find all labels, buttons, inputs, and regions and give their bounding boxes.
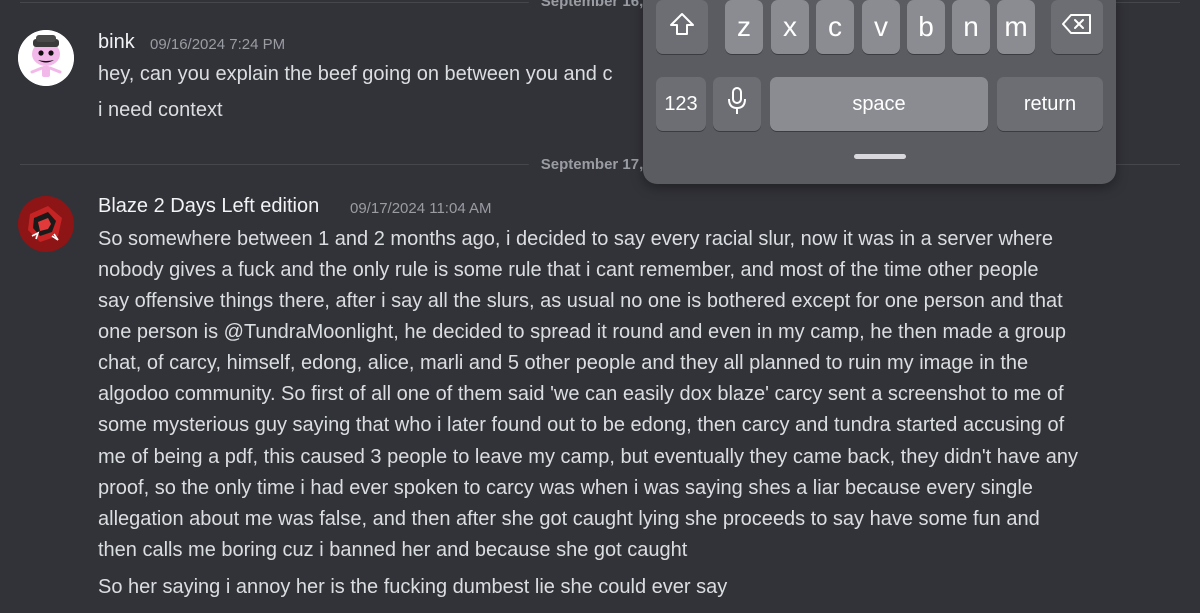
keyboard-drag-handle[interactable] bbox=[854, 154, 906, 159]
message-timestamp: 09/17/2024 11:04 AM bbox=[350, 200, 492, 217]
message-text-line: proof, so the only time i had ever spoke… bbox=[98, 477, 1033, 499]
bink-avatar-image bbox=[18, 30, 74, 86]
shift-icon bbox=[668, 10, 696, 44]
message-text-line: hey, can you explain the beef going on b… bbox=[98, 63, 613, 85]
shift-key[interactable] bbox=[656, 0, 708, 54]
space-key[interactable]: space bbox=[770, 77, 988, 131]
message-text-line-with-mention: one person is @TundraMoonlight, he decid… bbox=[98, 321, 1066, 344]
message-author-blaze[interactable]: Blaze 2 Days Left edition bbox=[98, 195, 319, 218]
message-text-line: So somewhere between 1 and 2 months ago,… bbox=[98, 228, 1053, 250]
backspace-key[interactable] bbox=[1051, 0, 1103, 54]
user-mention[interactable]: @TundraMoonlight bbox=[224, 321, 394, 343]
key-v[interactable]: v bbox=[862, 0, 900, 54]
message-text-line: some mysterious guy saying that who i la… bbox=[98, 414, 1065, 436]
message-text-line: algodoo community. So first of all one o… bbox=[98, 383, 1064, 405]
return-key[interactable]: return bbox=[997, 77, 1103, 131]
message-text-line: me of being a pdf, this caused 3 people … bbox=[98, 446, 1078, 468]
message-timestamp: 09/16/2024 7:24 PM bbox=[150, 36, 286, 53]
key-x[interactable]: x bbox=[771, 0, 809, 54]
message-text-line: allegation about me was false, and then … bbox=[98, 508, 1040, 530]
message-text-line: nobody gives a fuck and the only rule is… bbox=[98, 259, 1039, 281]
date-divider-top-label: September 16, bbox=[528, 0, 656, 10]
message-author-bink[interactable]: bink bbox=[98, 31, 135, 54]
message-text-line: then calls me boring cuz i banned her an… bbox=[98, 539, 688, 561]
key-z[interactable]: z bbox=[725, 0, 763, 54]
key-b[interactable]: b bbox=[907, 0, 945, 54]
blaze-avatar-image bbox=[18, 196, 74, 252]
message-text-segment: one person is bbox=[98, 321, 224, 343]
message-text-line: say offensive things there, after i say … bbox=[98, 290, 1063, 312]
message-text-line: i need context bbox=[98, 99, 223, 121]
avatar-bink[interactable] bbox=[18, 30, 74, 86]
key-n[interactable]: n bbox=[952, 0, 990, 54]
message-text-line: chat, of carcy, himself, edong, alice, m… bbox=[98, 352, 1029, 374]
microphone-icon bbox=[727, 86, 747, 122]
floating-keyboard: z x c v b n m 123 space return bbox=[643, 0, 1116, 184]
microphone-key[interactable] bbox=[713, 77, 761, 131]
key-c[interactable]: c bbox=[816, 0, 854, 54]
message-followup-text: So her saying i annoy her is the fucking… bbox=[98, 576, 728, 598]
numbers-key[interactable]: 123 bbox=[656, 77, 706, 131]
backspace-icon bbox=[1062, 13, 1092, 41]
message-text-segment: , he decided to spread it round and even… bbox=[393, 321, 1066, 343]
date-divider-middle-label: September 17, bbox=[528, 156, 656, 173]
avatar-blaze[interactable] bbox=[18, 196, 74, 252]
key-m[interactable]: m bbox=[997, 0, 1035, 54]
